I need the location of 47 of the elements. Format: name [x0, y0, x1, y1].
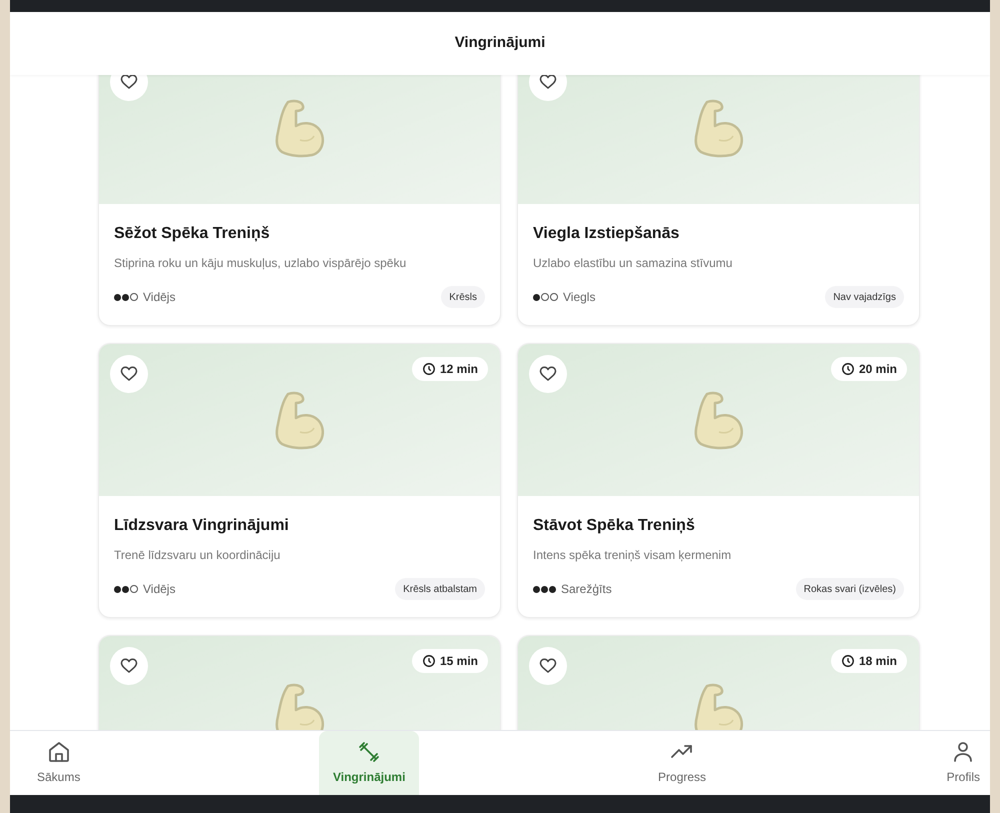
heart-icon [539, 365, 557, 383]
nav-tab[interactable]: Profils [944, 731, 982, 795]
equipment-tag: Nav vajadzīgs [825, 286, 904, 308]
dumbbell-icon [357, 740, 382, 764]
exercise-card[interactable]: Viegla Izstiepšanās Uzlabo elastību un samazina stīvumu Viegls Nav vajadzīgs [517, 75, 920, 326]
heart-icon [120, 365, 138, 383]
exercise-description: Trenē līdzsvaru un koordināciju [114, 547, 282, 563]
duration-badge: 12 min [412, 357, 488, 381]
favorite-button[interactable] [529, 647, 567, 685]
duration-badge: 20 min [830, 357, 907, 381]
heart-icon [120, 75, 138, 91]
heart-icon [120, 657, 138, 675]
equipment-tag: Rokas svari (izvēles) [796, 578, 904, 600]
exercise-description: Uzlabo elastību un samazina stīvumu [533, 255, 734, 271]
difficulty-label: Viegls [563, 289, 596, 306]
nav-tab[interactable]: Vingrinājumi [318, 731, 420, 795]
equipment-tag: Krēsls atbalstam [395, 578, 485, 600]
clock-icon [422, 362, 436, 376]
exercise-title: Stāvot Spēka Treniņš [533, 516, 696, 536]
exercise-title: Sēžot Spēka Treniņš [114, 224, 271, 244]
exercise-description: Intens spēka treniņš visam ķermenim [533, 547, 732, 563]
exercise-card[interactable]: 12 min Līdzsvara Vingrinājumi Trenē līdzsvaru un koordināciju Vidējs Krēsls atbalstam [98, 343, 501, 618]
exercise-card[interactable]: 20 min Stāvot Spēka Treniņš Intens spēka treniņš visam ķermenim Sarežģīts Rokas svari (izvēles) [517, 343, 920, 618]
duration-badge: 18 min [830, 649, 907, 673]
favorite-button[interactable] [529, 355, 567, 393]
difficulty-label: Vidējs [143, 289, 176, 306]
heart-icon [539, 75, 557, 91]
exercise-description: Stiprina roku un kāju muskuļus, uzlabo vispārējo spēku [114, 255, 408, 271]
duration-badge: 15 min [412, 649, 488, 673]
page-title: Vingrinājumi [454, 33, 546, 54]
exercise-card[interactable]: 18 min [517, 635, 920, 730]
nav-tab[interactable]: Progress [656, 731, 708, 795]
heart-icon [539, 657, 557, 675]
favorite-button[interactable] [110, 355, 148, 393]
difficulty-label: Vidējs [143, 581, 176, 598]
clock-icon [422, 654, 436, 668]
favorite-button[interactable] [110, 647, 148, 685]
exercise-title: Viegla Izstiepšanās [533, 224, 680, 244]
home-icon [46, 740, 71, 764]
clock-icon [840, 362, 855, 376]
difficulty-label: Sarežģīts [561, 581, 612, 598]
exercise-card[interactable]: Sēžot Spēka Treniņš Stiprina roku un kāju muskuļus, uzlabo vispārējo spēku Vidējs Krēsls [98, 75, 501, 326]
nav-tab[interactable]: Sākums [35, 731, 82, 795]
exercise-card[interactable]: 15 min [98, 635, 501, 730]
exercise-title: Līdzsvara Vingrinājumi [114, 516, 290, 536]
equipment-tag: Krēsls [441, 286, 485, 308]
clock-icon [840, 654, 855, 668]
